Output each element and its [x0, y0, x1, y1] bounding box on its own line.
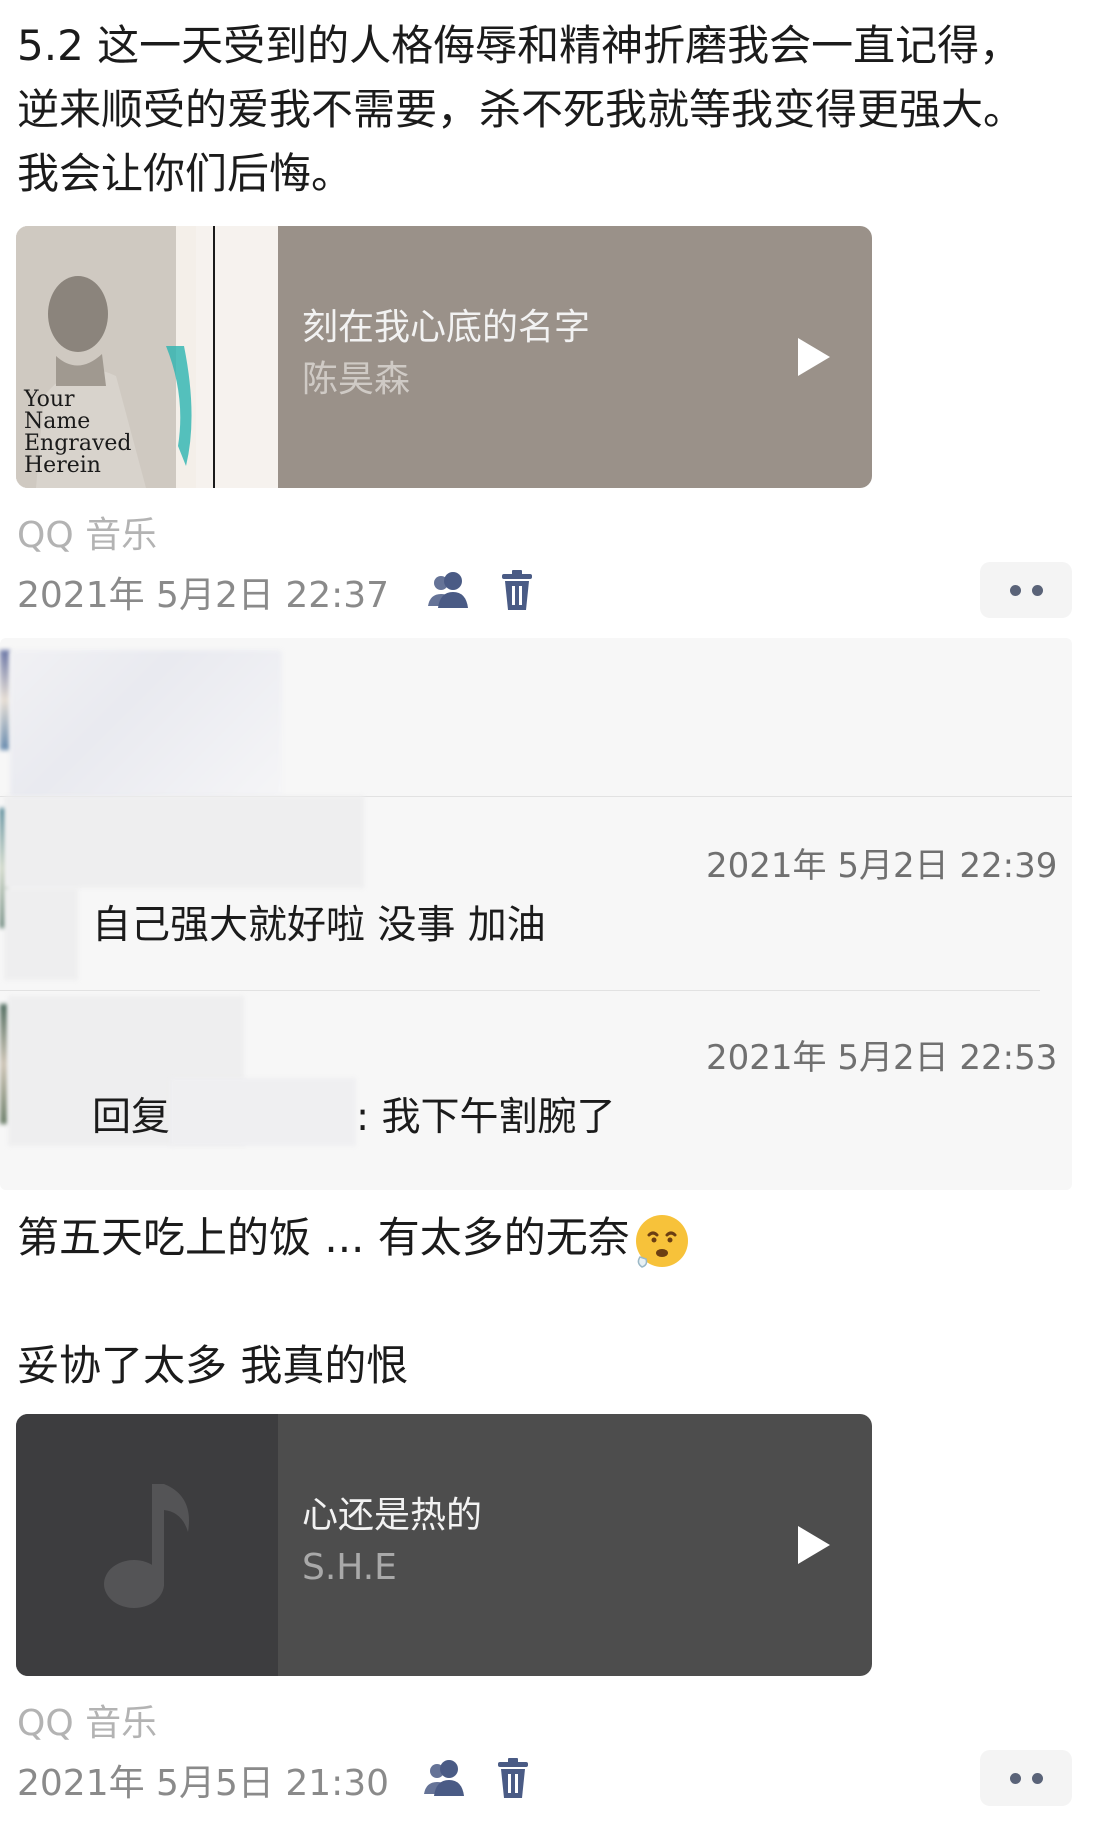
comment-text: 自己强大就好啦 没事 加油 — [92, 903, 546, 948]
divider — [0, 990, 1040, 991]
trash-icon[interactable] — [490, 1756, 536, 1802]
more-button[interactable] — [980, 1750, 1072, 1806]
worried-face-icon — [634, 1213, 690, 1269]
more-dots-icon — [1010, 585, 1021, 596]
music-note-icon — [104, 1484, 189, 1608]
song-title: 刻在我心底的名字 — [302, 307, 591, 348]
comment-time: 2021年 5月2日 22:39 — [706, 846, 1058, 886]
reply-prefix: 回复 — [92, 1095, 171, 1140]
play-icon[interactable] — [798, 1526, 830, 1564]
play-icon[interactable] — [798, 338, 830, 376]
post-timestamp: 2021年 5月2日 22:37 — [17, 575, 390, 616]
album-cover: Your Name Engraved Herein — [16, 226, 278, 488]
more-dots-icon — [1010, 1773, 1021, 1784]
comment-text: : 我下午割腕了 — [356, 1095, 616, 1140]
friends-visibility-icon[interactable] — [422, 1756, 468, 1802]
cover-text-4: Herein — [24, 453, 101, 478]
commenter-name[interactable] — [10, 650, 282, 798]
song-artist: S.H.E — [302, 1547, 397, 1588]
commenter-name[interactable] — [4, 796, 364, 888]
song-title: 心还是热的 — [302, 1495, 483, 1536]
post-text: 第五天吃上的饭 ... 有太多的无奈 — [17, 1206, 1057, 1270]
music-card[interactable]: Your Name Engraved Herein 刻在我心底的名字 陈昊森 — [16, 226, 872, 488]
more-button[interactable] — [980, 562, 1072, 618]
reply-target-name[interactable] — [170, 1078, 356, 1146]
post-text: 5.2 这一天受到的人格侮辱和精神折磨我会一直记得，逆来顺受的爱我不需要，杀不死… — [17, 21, 1026, 198]
trash-icon[interactable] — [494, 568, 540, 614]
comments-panel: 2021年 5月2日 22:39 自己强大就好啦 没事 加油 2021年 5月2… — [0, 638, 1072, 1190]
avatar[interactable] — [0, 650, 10, 750]
song-artist: 陈昊森 — [302, 359, 411, 400]
post-text: 妥协了太多 我真的恨 — [17, 1341, 409, 1390]
music-card[interactable]: 心还是热的 S.H.E — [16, 1414, 872, 1676]
post-timestamp: 2021年 5月5日 21:30 — [17, 1763, 390, 1804]
source-label[interactable]: QQ 音乐 — [17, 506, 157, 558]
source-label[interactable]: QQ 音乐 — [17, 1694, 157, 1746]
album-cover — [16, 1414, 278, 1676]
avatar[interactable] — [0, 1004, 8, 1124]
music-info: 刻在我心底的名字 陈昊森 — [302, 304, 590, 404]
comment-time: 2021年 5月2日 22:53 — [706, 1038, 1058, 1078]
friends-visibility-icon[interactable] — [426, 568, 472, 614]
post-text-line: 第五天吃上的饭 ... 有太多的无奈 — [17, 1213, 630, 1262]
music-info: 心还是热的 S.H.E — [302, 1492, 482, 1592]
